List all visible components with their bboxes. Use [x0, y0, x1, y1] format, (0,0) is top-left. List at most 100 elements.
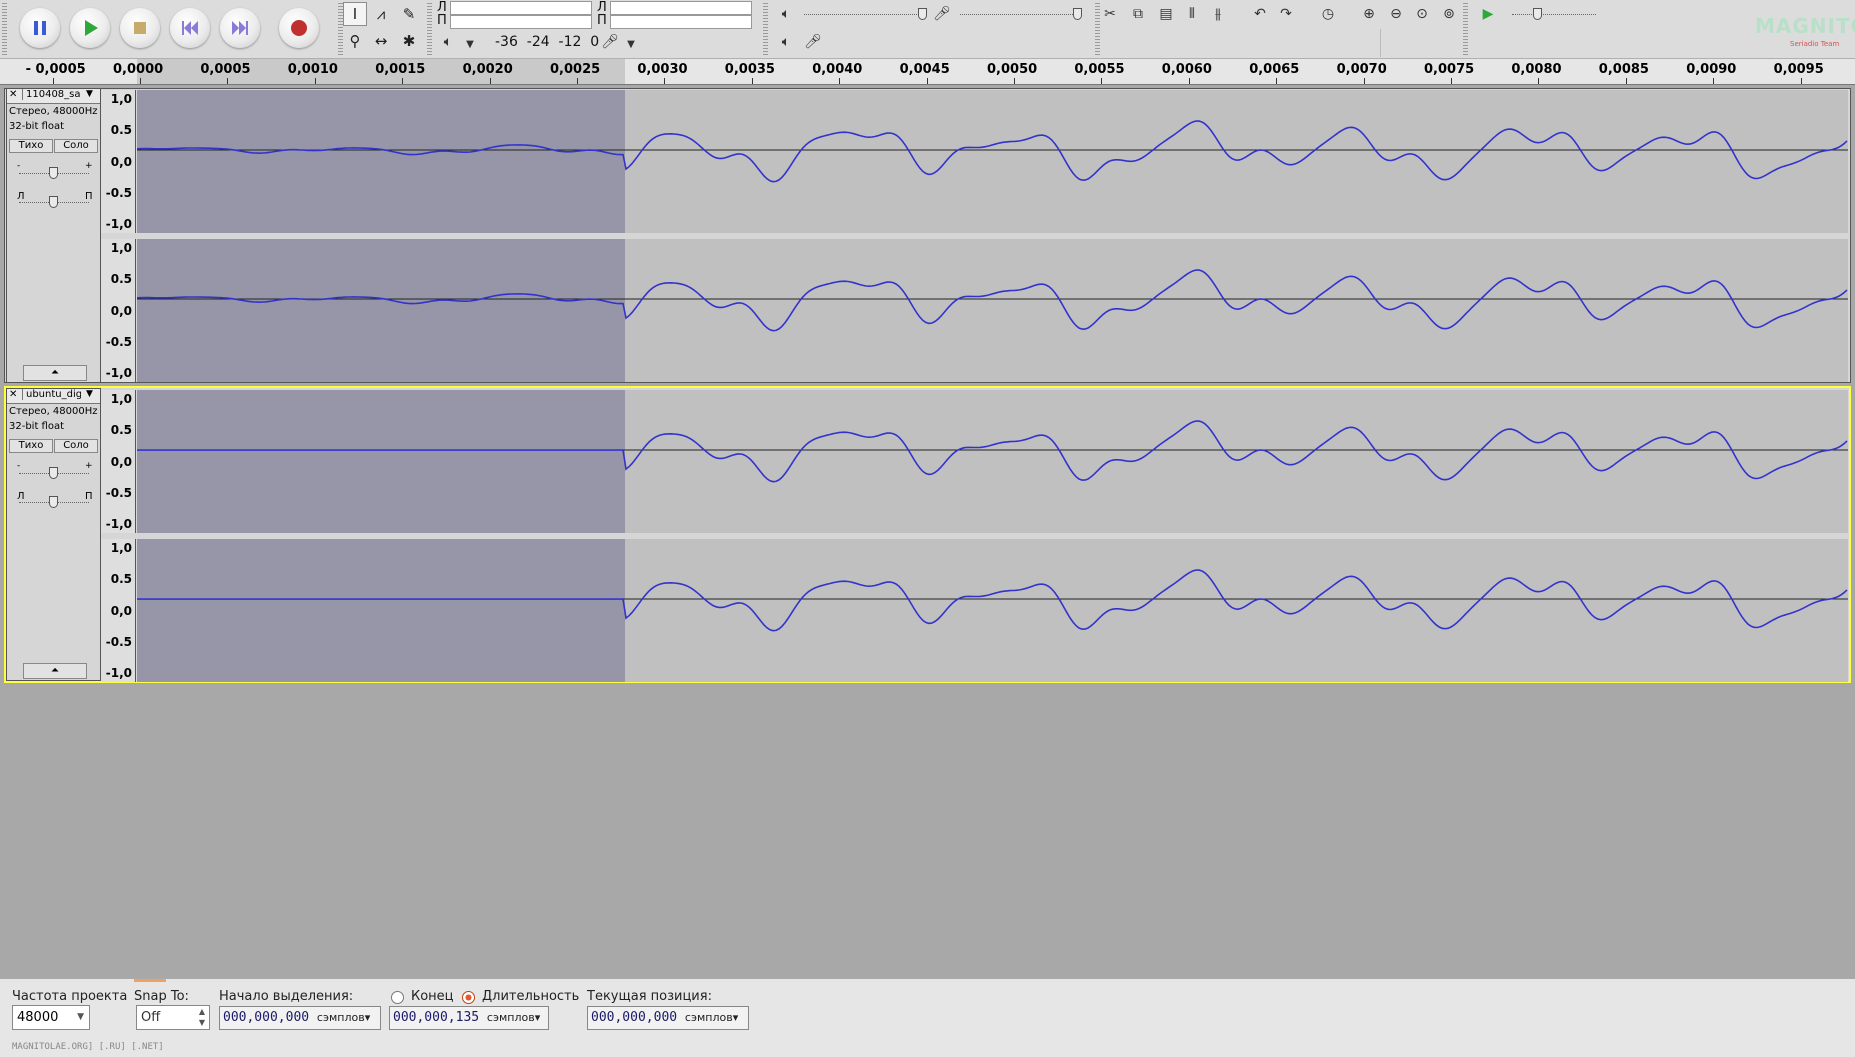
snap-to-value: Off: [141, 1010, 161, 1025]
output-device-icon[interactable]: 🔈︎: [775, 31, 797, 53]
record-button[interactable]: [279, 8, 319, 48]
resize-handle[interactable]: [134, 979, 166, 982]
chevron-down-icon: ▼: [77, 1012, 84, 1022]
length-radio[interactable]: [462, 991, 475, 1004]
mic-icon[interactable]: 🎤︎: [599, 31, 621, 53]
amplitude-label: 1,0: [110, 92, 132, 106]
rec-meter-left[interactable]: [610, 1, 752, 15]
paste-icon[interactable]: ▤: [1155, 3, 1177, 25]
pause-button[interactable]: [20, 8, 60, 48]
copy-icon[interactable]: ⧉: [1127, 3, 1149, 25]
collapse-button[interactable]: ⏶: [23, 663, 87, 679]
play-meter-right[interactable]: [450, 15, 592, 29]
toolbar: I ⩘ ✎ ⚲ ↔ ✱ Л П Л П 🔈︎ ▼ -36 -24 -12 0 🎤…: [0, 0, 1855, 59]
snap-to-select[interactable]: Off ▲ ▼: [136, 1005, 210, 1030]
draw-tool[interactable]: ✎: [397, 2, 421, 26]
pencil-icon: ✎: [402, 5, 416, 23]
waveform-channel[interactable]: [137, 390, 1848, 533]
waveform-channel[interactable]: [137, 539, 1848, 682]
waveform-channel[interactable]: [137, 90, 1848, 233]
close-icon[interactable]: ✕: [9, 89, 17, 100]
vertical-ruler[interactable]: 1,0 0.5 0,0 -0.5 -1,0: [101, 239, 136, 382]
track-1-gain-thumb[interactable]: [49, 167, 58, 179]
ruler-tick-mark: [1538, 78, 1540, 84]
ruler-tick-mark: [1014, 78, 1015, 84]
fit-selection-icon[interactable]: ⊙: [1411, 3, 1433, 25]
track-2-name[interactable]: ubuntu_digi: [22, 389, 81, 400]
track-1-solo-button[interactable]: Соло: [54, 139, 98, 153]
gain-minus-label: -: [17, 161, 21, 171]
silence-icon[interactable]: ⫵: [1207, 3, 1229, 25]
record-volume-thumb[interactable]: [1073, 8, 1082, 20]
play-speed-slider[interactable]: [1512, 14, 1596, 17]
ruler-tick-label: - 0,0005: [25, 62, 86, 77]
play-button[interactable]: [70, 8, 110, 48]
track-1-control-panel: ✕ 110408_sa ▼ Стерео, 48000Hz 32-bit flo…: [6, 88, 101, 383]
track-menu-dropdown-icon[interactable]: ▼: [86, 389, 93, 399]
undo-icon[interactable]: ↶: [1249, 3, 1271, 25]
track-1-bits: 32-bit float: [9, 121, 65, 132]
amplitude-label: 0,0: [110, 303, 132, 318]
vertical-ruler[interactable]: 1,0 0.5 0,0 -0.5 -1,0: [101, 539, 136, 682]
toolbar-grip[interactable]: [2, 3, 7, 55]
input-device-icon[interactable]: 🎤︎: [802, 31, 824, 53]
amplitude-label: 1,0: [110, 241, 132, 255]
redo-icon[interactable]: ↷: [1275, 3, 1297, 25]
sync-lock-icon[interactable]: ◷: [1317, 3, 1339, 25]
track-menu-dropdown-icon[interactable]: ▼: [86, 89, 93, 99]
timeshift-tool[interactable]: ↔: [369, 29, 393, 53]
play-meter-left[interactable]: [450, 1, 592, 15]
speaker-icon[interactable]: 🔈︎: [437, 31, 459, 53]
gain-plus-label: +: [85, 161, 93, 171]
track-2-solo-button[interactable]: Соло: [54, 439, 98, 453]
end-radio[interactable]: [391, 991, 404, 1004]
ruler-tick-label: 0,0045: [899, 62, 950, 77]
skip-to-end-button[interactable]: [220, 8, 260, 48]
playback-volume-thumb[interactable]: [918, 8, 927, 20]
ruler-tick-mark: [1451, 78, 1452, 84]
mixer-grip[interactable]: [763, 3, 768, 55]
vertical-ruler[interactable]: 1,0 0.5 0,0 -0.5 -1,0: [101, 90, 136, 233]
zoom-out-icon[interactable]: ⊖: [1385, 3, 1407, 25]
play-speed-thumb[interactable]: [1533, 8, 1542, 20]
chevron-down-icon: ▾: [534, 1011, 541, 1024]
rec-meter-dropdown-icon[interactable]: ▼: [620, 33, 642, 55]
ruler-tick-label: 0,0030: [637, 62, 688, 77]
amplitude-label: -1,0: [105, 366, 132, 380]
track-1-mute-button[interactable]: Тихо: [9, 139, 53, 153]
play-meter-dropdown-icon[interactable]: ▼: [459, 33, 481, 55]
waveform-channel[interactable]: [137, 239, 1848, 382]
selection-length-field[interactable]: 000,000,135 сэмплов▾: [389, 1006, 549, 1030]
track-2-pan-thumb[interactable]: [49, 496, 58, 508]
play-at-speed-icon[interactable]: ▶: [1477, 3, 1499, 25]
collapse-button[interactable]: ⏶: [23, 365, 87, 381]
selection-start-field[interactable]: 000,000,000 сэмплов▾: [219, 1006, 381, 1030]
amplitude-label: 1,0: [110, 392, 132, 406]
selection-tool[interactable]: I: [343, 2, 367, 26]
vertical-ruler[interactable]: 1,0 0.5 0,0 -0.5 -1,0: [101, 390, 136, 533]
footer-watermark: MAGNITOLAE.ORG] [.RU] [.NET]: [12, 1042, 164, 1052]
chevron-down-icon: ▾: [364, 1011, 371, 1024]
close-icon[interactable]: ✕: [9, 389, 17, 400]
skip-to-start-button[interactable]: [170, 8, 210, 48]
zoom-tool[interactable]: ⚲: [343, 29, 367, 53]
record-volume-slider[interactable]: [960, 14, 1075, 17]
zoom-in-icon[interactable]: ⊕: [1358, 3, 1380, 25]
ruler-tick-mark: [140, 78, 141, 84]
track-1-name[interactable]: 110408_sa: [22, 89, 81, 100]
playback-volume-slider[interactable]: [804, 14, 927, 17]
audio-position-field[interactable]: 000,000,000 сэмплов▾: [587, 1006, 749, 1030]
project-rate-combo[interactable]: 48000 ▼: [12, 1005, 90, 1030]
fit-project-icon[interactable]: ⊚: [1438, 3, 1460, 25]
track-2-mute-button[interactable]: Тихо: [9, 439, 53, 453]
rec-meter-right[interactable]: [610, 15, 752, 29]
cut-icon[interactable]: ✂: [1099, 3, 1121, 25]
stop-button[interactable]: [120, 8, 160, 48]
meter-grip[interactable]: [427, 3, 432, 55]
track-1-pan-thumb[interactable]: [49, 196, 58, 208]
track-2-gain-thumb[interactable]: [49, 467, 58, 479]
multi-tool[interactable]: ✱: [397, 29, 421, 53]
trim-icon[interactable]: ⫴: [1181, 3, 1203, 25]
envelope-tool[interactable]: ⩘: [369, 2, 393, 26]
meter-right-label: П: [437, 13, 447, 28]
